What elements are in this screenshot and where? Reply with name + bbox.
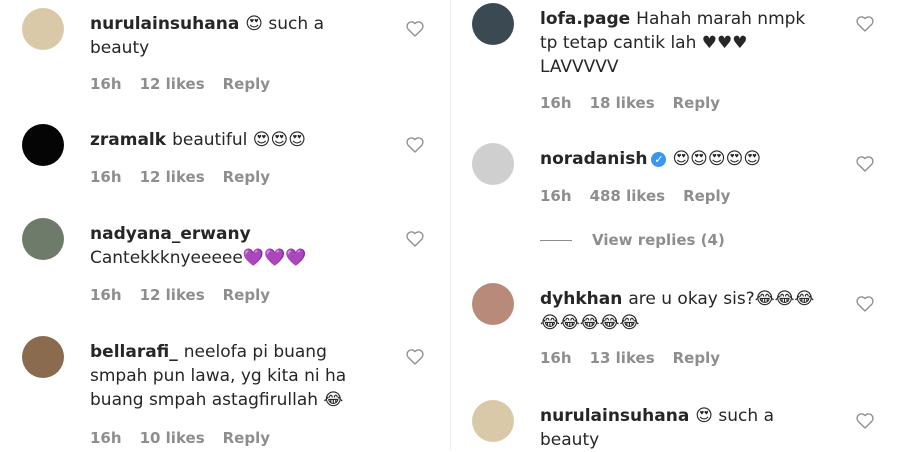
- reply-button[interactable]: Reply: [683, 187, 730, 205]
- reply-button[interactable]: Reply: [673, 349, 720, 367]
- comment-body: 😍😍😍😍😍: [672, 149, 762, 169]
- likes-count[interactable]: 12 likes: [140, 286, 205, 304]
- username-link[interactable]: nurulainsuhana: [540, 406, 689, 426]
- timestamp: 16h: [90, 286, 122, 304]
- comment-meta: 16h 10 likes Reply: [90, 429, 288, 447]
- view-replies-label[interactable]: View replies (4): [592, 231, 725, 249]
- heart-outline-icon[interactable]: [406, 230, 424, 247]
- heart-outline-icon[interactable]: [856, 155, 874, 172]
- avatar[interactable]: [22, 336, 64, 378]
- username-link[interactable]: lofa.page: [540, 9, 630, 29]
- timestamp: 16h: [90, 429, 122, 447]
- reply-button[interactable]: Reply: [223, 75, 270, 93]
- timestamp: 16h: [90, 168, 122, 186]
- comment-body: beautiful 😍😍😍: [172, 130, 306, 150]
- username-link[interactable]: noradanish: [540, 149, 647, 169]
- username-link[interactable]: nurulainsuhana: [90, 14, 239, 34]
- username-link[interactable]: nadyana_erwany: [90, 224, 251, 244]
- comment-text: lofa.page Hahah marah nmpk tp tetap canti…: [540, 7, 820, 79]
- column-divider: [450, 0, 451, 450]
- comment-meta: 16h 12 likes Reply: [90, 75, 288, 93]
- comments-column-right: lofa.page Hahah marah nmpk tp tetap canti…: [452, 0, 900, 450]
- comment-text: bellarafi_ neelofa pi buang smpah pun law…: [90, 340, 370, 412]
- timestamp: 16h: [90, 75, 122, 93]
- likes-count[interactable]: 13 likes: [590, 349, 655, 367]
- heart-outline-icon[interactable]: [406, 136, 424, 153]
- heart-outline-icon[interactable]: [856, 295, 874, 312]
- comment-body: Cantekkknyeeeee💜💜💜: [90, 248, 307, 268]
- comment-text: nadyana_erwany Cantekkknyeeeee💜💜💜: [90, 222, 340, 270]
- username-link[interactable]: zramalk: [90, 130, 166, 150]
- heart-outline-icon[interactable]: [406, 348, 424, 365]
- comment-text: noradanish ✓ 😍😍😍😍😍: [540, 147, 832, 171]
- timestamp: 16h: [540, 187, 572, 205]
- reply-button[interactable]: Reply: [673, 94, 720, 112]
- comment-text: zramalk beautiful 😍😍😍: [90, 128, 382, 152]
- comment-meta: 16h 13 likes Reply: [540, 349, 738, 367]
- likes-count[interactable]: 10 likes: [140, 429, 205, 447]
- avatar[interactable]: [472, 143, 514, 185]
- verified-badge-icon: ✓: [651, 152, 667, 167]
- avatar[interactable]: [22, 124, 64, 166]
- heart-outline-icon[interactable]: [856, 412, 874, 429]
- avatar[interactable]: [22, 218, 64, 260]
- timestamp: 16h: [540, 349, 572, 367]
- comment-text: nurulainsuhana 😍 such a beauty: [90, 12, 370, 60]
- comments-column-left: nurulainsuhana 😍 such a beauty 16h 12 like…: [0, 0, 450, 450]
- reply-button[interactable]: Reply: [223, 286, 270, 304]
- timestamp: 16h: [540, 94, 572, 112]
- heart-outline-icon[interactable]: [406, 20, 424, 37]
- comment-text: nurulainsuhana 😍 such a beauty: [540, 404, 820, 452]
- avatar[interactable]: [472, 400, 514, 442]
- avatar[interactable]: [472, 3, 514, 45]
- divider-line: [540, 239, 572, 241]
- comment-meta: 16h 12 likes Reply: [90, 168, 288, 186]
- comment-meta: 16h 12 likes Reply: [90, 286, 288, 304]
- username-link[interactable]: bellarafi_: [90, 342, 178, 362]
- likes-count[interactable]: 12 likes: [140, 168, 205, 186]
- reply-button[interactable]: Reply: [223, 168, 270, 186]
- comment-text: dyhkhan are u okay sis?😂😂😂😂😂😂😂😂: [540, 287, 830, 335]
- likes-count[interactable]: 488 likes: [590, 187, 666, 205]
- comment-meta: 16h 488 likes Reply: [540, 187, 748, 205]
- reply-button[interactable]: Reply: [223, 429, 270, 447]
- comment-meta: 16h 18 likes Reply: [540, 94, 738, 112]
- view-replies-button[interactable]: View replies (4): [540, 231, 725, 249]
- avatar[interactable]: [472, 283, 514, 325]
- likes-count[interactable]: 12 likes: [140, 75, 205, 93]
- username-link[interactable]: dyhkhan: [540, 289, 622, 309]
- avatar[interactable]: [22, 8, 64, 50]
- heart-outline-icon[interactable]: [856, 15, 874, 32]
- likes-count[interactable]: 18 likes: [590, 94, 655, 112]
